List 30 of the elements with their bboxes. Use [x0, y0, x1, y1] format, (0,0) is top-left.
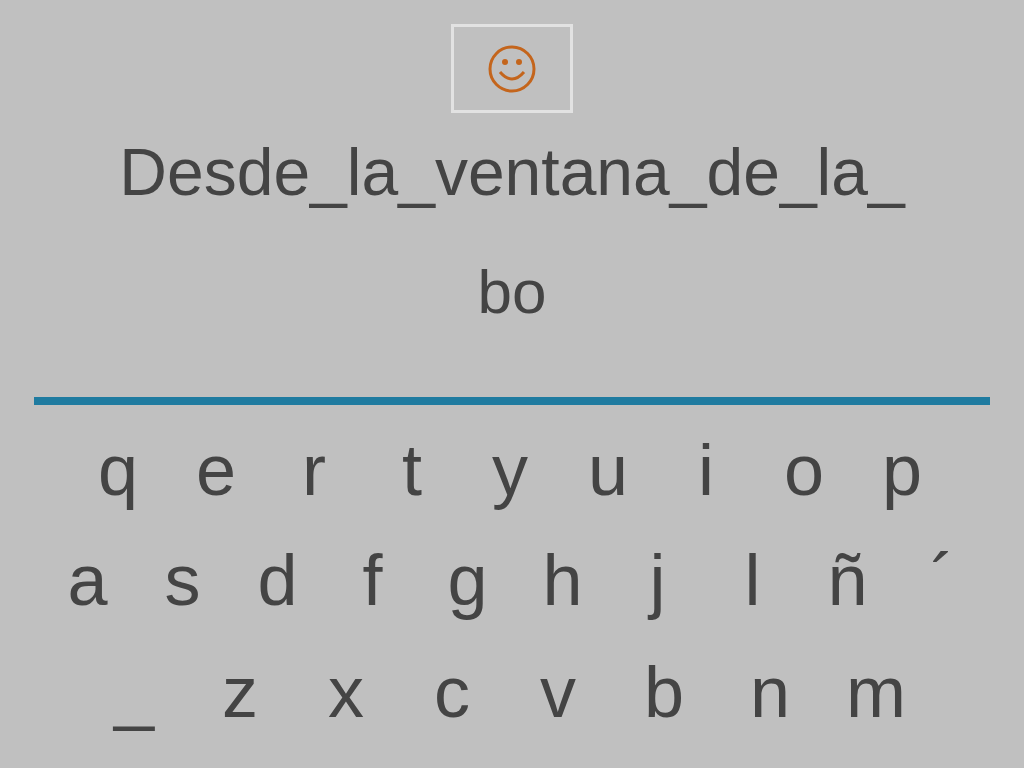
letter-key[interactable]: l: [705, 530, 800, 630]
letter-key[interactable]: r: [265, 420, 363, 520]
letter-key[interactable]: a: [40, 530, 135, 630]
letter-key[interactable]: q: [69, 420, 167, 520]
letter-key[interactable]: s: [135, 530, 230, 630]
letter-key[interactable]: n: [717, 642, 823, 742]
letter-key[interactable]: ´: [895, 530, 990, 630]
letter-key[interactable]: ñ: [800, 530, 895, 630]
letter-key[interactable]: h: [515, 530, 610, 630]
letter-key[interactable]: o: [755, 420, 853, 520]
letter-key[interactable]: j: [610, 530, 705, 630]
letter-key[interactable]: p: [853, 420, 951, 520]
letter-key[interactable]: d: [230, 530, 325, 630]
letter-key[interactable]: _: [81, 642, 187, 742]
letter-key[interactable]: x: [293, 642, 399, 742]
letter-key[interactable]: u: [559, 420, 657, 520]
letter-key[interactable]: y: [461, 420, 559, 520]
letter-key[interactable]: i: [657, 420, 755, 520]
letter-key[interactable]: t: [363, 420, 461, 520]
sentence-text: Desde_la_ventana_de_la_: [119, 135, 905, 209]
letter-key[interactable]: e: [167, 420, 265, 520]
letter-key[interactable]: g: [420, 530, 515, 630]
smiley-icon: [487, 43, 537, 94]
letter-key[interactable]: c: [399, 642, 505, 742]
letter-key[interactable]: v: [505, 642, 611, 742]
letter-key[interactable]: m: [823, 642, 929, 742]
letter-key[interactable]: f: [325, 530, 420, 630]
letter-key[interactable]: z: [187, 642, 293, 742]
letter-key[interactable]: b: [611, 642, 717, 742]
answer-text: bo: [477, 257, 547, 327]
